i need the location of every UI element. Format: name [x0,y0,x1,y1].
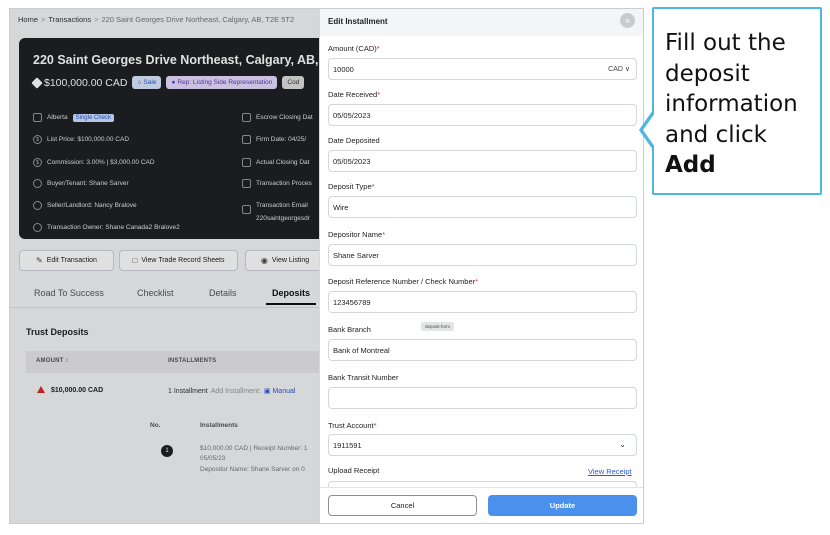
trust-account-value: 1911591 [333,440,362,450]
date-received-label-text: Date Received [328,90,378,99]
depositor-name-label: Depositor Name* [328,230,385,239]
amount-label-text: Amount (CAD) [328,44,377,53]
currency-select[interactable]: CAD ∨ [608,65,630,73]
view-receipt-link[interactable]: View Receipt [588,467,632,476]
bank-branch-input[interactable]: Bank of Montreal [328,339,637,361]
amount-input[interactable]: 10000 CAD ∨ [328,58,637,80]
required-mark: * [371,182,375,191]
required-mark: * [373,421,377,430]
trust-account-select[interactable]: 1911591 ⌄ [328,434,637,456]
callout-pointer-fill [643,113,655,147]
date-received-value: 05/05/2023 [333,110,371,120]
close-button[interactable]: × [620,13,635,28]
date-deposited-input[interactable]: 05/05/2023 [328,150,637,172]
reference-number-label: Deposit Reference Number / Check Number* [328,277,478,286]
amount-value: 10000 [333,64,354,74]
upload-receipt-label: Upload Receipt [328,466,380,475]
trust-account-label-text: Trust Account [328,421,374,430]
bank-transit-input[interactable] [328,387,637,409]
cancel-button[interactable]: Cancel [328,495,477,516]
update-button[interactable]: Update [488,495,637,516]
bank-branch-value: Bank of Montreal [333,345,390,355]
date-deposited-value: 05/05/2023 [333,156,371,166]
deposit-type-label-text: Deposit Type [328,182,372,191]
callout-instruction: Fill out the deposit information and cli… [665,30,798,148]
callout-add-emphasis: Add [665,152,716,178]
depositor-name-input[interactable]: Shane Sarver [328,244,637,266]
deposit-type-value: Wire [333,202,349,212]
callout-text: Fill out the deposit information and cli… [665,28,815,181]
date-received-label: Date Received* [328,90,380,99]
bank-transit-label: Bank Transit Number [328,373,399,382]
reference-number-value: 123456789 [333,297,371,307]
deposit-type-label: Deposit Type* [328,182,375,191]
edit-installment-panel: Edit Installment × Amount (CAD)* 10000 CA… [319,9,643,523]
reference-number-input[interactable]: 123456789 [328,291,637,313]
instruction-callout: Fill out the deposit information and cli… [652,7,822,195]
deposit-type-input[interactable]: Wire [328,196,637,218]
panel-footer: Cancel Update [320,487,643,523]
element-tooltip: deposit-form [421,322,455,331]
trust-account-label: Trust Account* [328,421,377,430]
reference-number-label-text: Deposit Reference Number / Check Number [328,277,476,286]
date-deposited-label: Date Deposited [328,136,380,145]
required-mark: * [377,90,381,99]
required-mark: * [382,230,386,239]
date-received-input[interactable]: 05/05/2023 [328,104,637,126]
chevron-down-icon: ⌄ [619,440,626,449]
amount-label: Amount (CAD)* [328,44,380,53]
stage: Home > Transactions >220 Saint Georges Driv… [0,0,830,535]
depositor-name-value: Shane Sarver [333,250,379,260]
bank-branch-label: Bank Branch [328,325,371,334]
required-mark: * [376,44,380,53]
depositor-name-label-text: Depositor Name [328,230,383,239]
panel-title: Edit Installment [328,17,388,26]
required-mark: * [475,277,479,286]
close-icon: × [624,15,631,26]
panel-header: Edit Installment × [320,9,643,36]
